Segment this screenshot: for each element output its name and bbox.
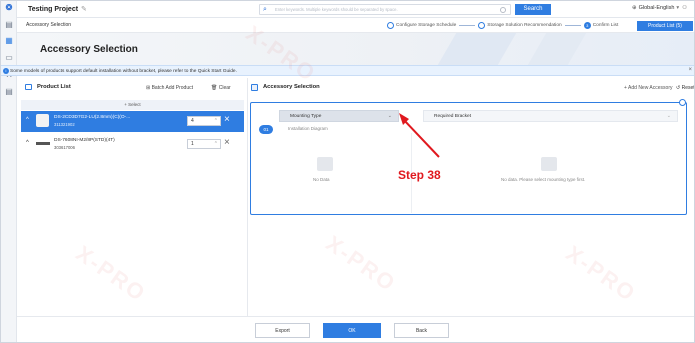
no-data-hint: No data. Please select mounting type fir… bbox=[501, 177, 586, 182]
info-icon: i bbox=[3, 68, 9, 74]
accessory-header: Accessory Selection + Add New Accessory … bbox=[249, 82, 694, 94]
row-number-badge: 01 bbox=[259, 125, 273, 134]
installation-diagram-label: Installation Diagram bbox=[288, 126, 328, 131]
left-nav-rail: ❂ ▤ ▦ ▭ ⚒ ▤ bbox=[1, 1, 17, 342]
export-button[interactable]: Export bbox=[255, 323, 310, 338]
step-circle-icon bbox=[387, 22, 394, 29]
user-icon[interactable]: ⚇ bbox=[682, 5, 687, 11]
step-circle-icon: 3 bbox=[583, 22, 591, 29]
footer-bar: Export OK Back bbox=[17, 316, 694, 342]
document-icon[interactable]: ▤ bbox=[5, 88, 13, 96]
info-notice: i Some models of products support defaul… bbox=[1, 65, 694, 76]
product-list-title: Product List bbox=[37, 84, 71, 90]
product-code: 311321902 bbox=[54, 122, 75, 127]
chevron-down-icon: ▾ bbox=[676, 5, 680, 11]
notice-text: Some models of products support default … bbox=[10, 68, 237, 74]
project-title: Testing Project ✎ bbox=[28, 6, 87, 13]
chevron-down-icon: ⌄ bbox=[666, 113, 671, 119]
page-header-banner: Accessory Selection bbox=[17, 33, 694, 65]
no-data-label: No Data bbox=[313, 177, 330, 182]
mounting-type-placeholder: Mounting Type bbox=[290, 114, 322, 119]
annotation-arrow bbox=[399, 113, 440, 158]
app-window: ❂ ▤ ▦ ▭ ⚒ ▤ Testing Project✎ ⌕ Enter key… bbox=[0, 0, 695, 343]
accessory-icon bbox=[251, 84, 258, 91]
close-icon[interactable]: × bbox=[688, 67, 692, 73]
search-input[interactable]: ⌕ Enter keywords. Multiple keywords shou… bbox=[259, 4, 511, 15]
clear-button[interactable]: 🗑 Clear bbox=[211, 85, 231, 91]
select-product-button[interactable]: + Select bbox=[21, 100, 244, 110]
stepper-arrows-icon[interactable]: ⌃ bbox=[214, 140, 218, 149]
required-bracket-select[interactable]: Required Bracket ⌄ bbox=[423, 110, 678, 122]
empty-state-icon bbox=[541, 157, 557, 171]
page-title: Accessory Selection bbox=[40, 44, 138, 55]
chevron-up-icon[interactable]: ^ bbox=[26, 140, 29, 146]
remove-icon[interactable]: × bbox=[224, 114, 230, 126]
accessory-panel: Accessory Selection + Add New Accessory … bbox=[249, 78, 694, 316]
step-annotation-label: Step 38 bbox=[398, 168, 441, 182]
app-logo-icon[interactable]: ❂ bbox=[5, 4, 13, 12]
step-configure-storage[interactable]: Configure Storage Schedule bbox=[387, 22, 456, 29]
empty-state-icon bbox=[317, 157, 333, 171]
step-connector bbox=[459, 25, 476, 26]
grid-icon[interactable]: ▦ bbox=[5, 37, 13, 45]
storage-icon[interactable]: ▭ bbox=[5, 54, 13, 62]
step-circle-icon bbox=[478, 22, 486, 29]
stepper-arrows-icon[interactable]: ⌃ bbox=[214, 117, 218, 126]
camera-thumbnail bbox=[36, 114, 49, 127]
nvr-thumbnail bbox=[36, 142, 50, 145]
banner-decoration bbox=[527, 33, 587, 65]
breadcrumb: Accessory Selection bbox=[26, 22, 72, 28]
ok-button[interactable]: OK bbox=[323, 323, 381, 338]
language-selector[interactable]: ⊕ Global-English ▾ ⚇ bbox=[632, 5, 687, 11]
top-bar: Testing Project ✎ ⌕ Enter keywords. Multi… bbox=[17, 1, 694, 18]
reset-button[interactable]: ↺ Reset bbox=[676, 85, 694, 91]
search-icon: ⌕ bbox=[263, 6, 267, 13]
product-name: DS-2CD3D7G2-LU(2.8mm)(C)(O-... bbox=[54, 115, 131, 120]
step-bar: Accessory Selection Configure Storage Sc… bbox=[17, 18, 694, 33]
product-row[interactable]: ^ DS-2CD3D7G2-LU(2.8mm)(C)(O-... 3113219… bbox=[21, 111, 244, 132]
banner-decoration bbox=[437, 33, 517, 65]
batch-add-button[interactable]: ⊞ Batch Add Product bbox=[146, 85, 193, 91]
list-icon[interactable]: ▤ bbox=[5, 21, 13, 29]
wizard-steps: Configure Storage Schedule Storage Solut… bbox=[387, 21, 618, 30]
arrow-shaft bbox=[402, 118, 440, 158]
back-button[interactable]: Back bbox=[394, 323, 449, 338]
edit-pencil-icon[interactable]: ✎ bbox=[81, 6, 87, 13]
product-list-button[interactable]: Product List (5) bbox=[637, 21, 693, 31]
chevron-up-icon[interactable]: ^ bbox=[26, 117, 29, 123]
product-code: 303617006 bbox=[54, 145, 75, 150]
search-button[interactable]: Search bbox=[515, 4, 551, 15]
step-storage-recommendation[interactable]: Storage Solution Recommendation bbox=[478, 22, 562, 29]
globe-icon: ⊕ bbox=[632, 5, 637, 11]
product-list-header: Product List ⊞ Batch Add Product 🗑 Clear bbox=[21, 82, 244, 94]
quantity-stepper[interactable]: 1 ⌃ bbox=[187, 139, 221, 149]
quantity-stepper[interactable]: 4 ⌃ bbox=[187, 116, 221, 126]
clear-search-icon[interactable] bbox=[500, 7, 506, 13]
panel-divider bbox=[247, 78, 248, 316]
step-connector bbox=[564, 25, 581, 26]
accessory-title: Accessory Selection bbox=[263, 84, 320, 90]
add-new-accessory-button[interactable]: + Add New Accessory bbox=[624, 85, 673, 91]
trash-icon: 🗑 bbox=[211, 85, 219, 91]
accessory-row-card: 01 Mounting Type ⌄ Required Bracket ⌄ In… bbox=[250, 102, 687, 215]
product-list-icon bbox=[25, 84, 32, 90]
collapse-handle[interactable] bbox=[679, 99, 686, 106]
remove-icon[interactable]: × bbox=[224, 137, 230, 149]
product-name: DS-7608NI-M2/8P(STD)(4T) bbox=[54, 138, 115, 143]
step-confirm-list[interactable]: 3 Confirm List bbox=[583, 22, 618, 29]
search-placeholder: Enter keywords. Multiple keywords should… bbox=[275, 7, 398, 12]
product-list-panel: Product List ⊞ Batch Add Product 🗑 Clear… bbox=[21, 78, 244, 316]
product-row[interactable]: ^ DS-7608NI-M2/8P(STD)(4T) 303617006 1 ⌃ … bbox=[21, 134, 244, 155]
